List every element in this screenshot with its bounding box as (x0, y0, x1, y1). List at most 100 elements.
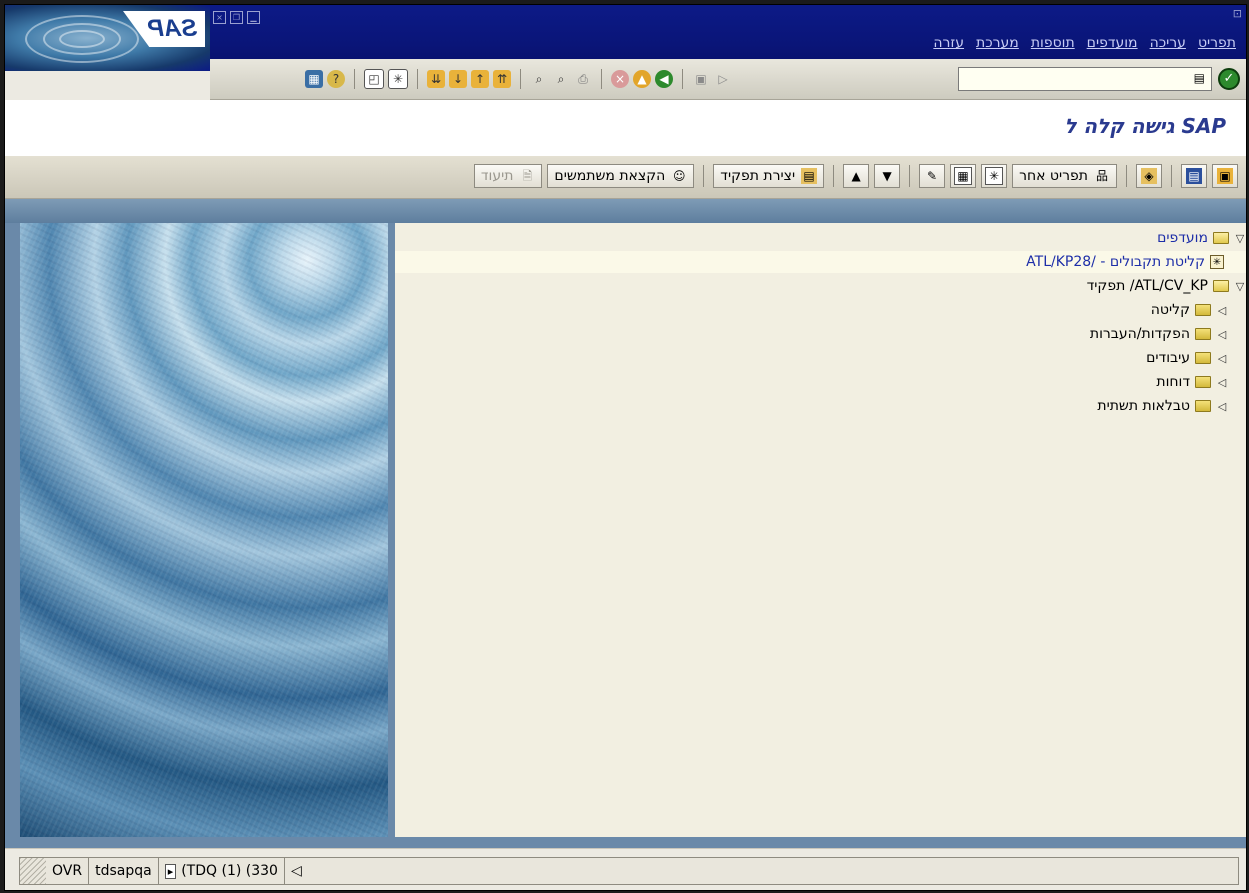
menu-edit[interactable]: עריכה (1150, 35, 1186, 51)
other-menu-button[interactable]: 品 תפריט אחר (1012, 164, 1117, 188)
menu-system[interactable]: מערכת (976, 35, 1019, 51)
system-info-icon: ▸ (164, 863, 177, 879)
command-field[interactable]: ▤ (958, 67, 1212, 91)
move-down-button[interactable]: ▼ (874, 164, 901, 188)
tree-node-role-item[interactable]: ◁ הפקדות/העברות (1090, 323, 1246, 345)
menu-icon: ▣ (1217, 168, 1233, 184)
open-folder-icon (1213, 280, 1229, 292)
command-history-icon[interactable]: ▤ (1194, 71, 1205, 85)
move-up-icon: ▲ (851, 169, 861, 183)
save-icon[interactable]: ▣ (692, 70, 710, 88)
previous-page-icon[interactable]: ↑ (471, 70, 489, 88)
tree-node-role-item[interactable]: ◁ קליטה (1151, 299, 1246, 321)
status-bar: OVR tdsapqa ▸ (TDQ (1) (330 ◁ (5, 848, 1246, 890)
move-down-icon: ▼ (882, 169, 892, 183)
collapse-icon[interactable]: ▽ (1234, 280, 1246, 293)
favorites-label: מועדפים (1157, 230, 1208, 246)
tree-node-role-item[interactable]: ◁ דוחות (1156, 371, 1246, 393)
history-icon[interactable]: ▷ (714, 70, 732, 88)
assign-users-button[interactable]: ☺ הקצאת משתמשים (547, 164, 695, 188)
next-page-icon[interactable]: ↓ (449, 70, 467, 88)
find-icon[interactable]: ⌕ (552, 70, 570, 88)
role-item-label: הפקדות/העברות (1089, 326, 1190, 342)
menu-button[interactable]: ▣ (1212, 164, 1238, 188)
logo-background: SAP (5, 5, 210, 71)
open-folder-icon (1213, 232, 1229, 244)
standard-toolbar: ▦ ? ◰ ✳ ⇊ ↓ ↑ ⇈ ⌕ ⌕ ⎙ × ▲ ◀ ▣ ▷ ▤ ✓ (210, 59, 1246, 100)
print-icon[interactable]: ⎙ (574, 70, 592, 88)
status-collapse-icon[interactable]: ◁ (285, 858, 308, 884)
transaction-icon: ✳ (1210, 255, 1224, 269)
first-page-icon[interactable]: ⇈ (493, 70, 511, 88)
menu-menu[interactable]: תפריט (1198, 35, 1236, 51)
tree-node-role-item[interactable]: ◁ טבלאות תשתית (1097, 395, 1246, 417)
minimize-window-icon[interactable]: ▁ (247, 11, 260, 24)
back-icon[interactable]: ◀ (655, 70, 673, 88)
tree-node-role-item[interactable]: ◁ עיבודים (1146, 347, 1246, 369)
content-top-stripe (5, 199, 1246, 223)
tree-node-favorite-item[interactable]: ✳ ATL/KP28/ - קליטת תקבולים (395, 251, 1246, 273)
expand-icon[interactable]: ◁ (1216, 328, 1228, 341)
customize-layout-icon[interactable]: ⊡ (1233, 7, 1242, 20)
tree-node-role[interactable]: ▽ תפקיד /ATL/CV_KP (1087, 275, 1246, 297)
application-toolbar: ▣ ▤ ◈ 品 תפריט אחר ✳ ▦ ✎ ▼ ▲ ▤ יצירת תפקי… (5, 156, 1246, 199)
add-favorite-icon: ✳ (985, 167, 1004, 185)
page-title: גישה קלה ל SAP (1064, 114, 1226, 138)
folder-icon (1195, 328, 1211, 340)
tree-node-favorites[interactable]: ▽ מועדפים (1157, 227, 1246, 249)
collapse-icon[interactable]: ▽ (1234, 232, 1246, 245)
role-item-label: קליטה (1150, 302, 1190, 318)
role-item-label: עיבודים (1146, 350, 1190, 366)
create-session-icon[interactable]: ◰ (364, 69, 384, 89)
tree-empty-area (395, 451, 1246, 837)
exit-icon[interactable]: ▲ (633, 70, 651, 88)
role-item-label: טבלאות תשתית (1097, 398, 1190, 414)
server-name: tdsapqa (89, 858, 159, 884)
menu-extras[interactable]: תוספות (1031, 35, 1075, 51)
role-item-label: דוחות (1156, 374, 1190, 390)
last-page-icon[interactable]: ⇊ (427, 70, 445, 88)
expand-icon[interactable]: ◁ (1216, 352, 1228, 365)
find-next-icon[interactable]: ⌕ (530, 70, 548, 88)
change-favorite-button[interactable]: ✎ (919, 164, 946, 188)
screen-header: גישה קלה ל SAP (5, 100, 1246, 156)
assign-users-label: הקצאת משתמשים (554, 168, 666, 184)
ok-icon[interactable]: ✓ (1218, 68, 1240, 90)
move-up-button[interactable]: ▲ (843, 164, 870, 188)
add-favorite-button[interactable]: ✳ (981, 164, 1008, 188)
close-window-icon[interactable]: × (213, 11, 226, 24)
other-menu-label: תפריט אחר (1019, 168, 1088, 184)
window-buttons: × ❐ ▁ (213, 11, 260, 24)
shortcut-icon[interactable]: ✳ (388, 69, 408, 89)
folder-icon (1195, 304, 1211, 316)
help-icon[interactable]: ? (327, 70, 345, 88)
sap-window: SAP × ❐ ▁ ⊡ תפריט עריכה מועדפים תוספות מ… (4, 4, 1247, 891)
cancel-icon[interactable]: × (611, 70, 629, 88)
system-info-label: (TDQ (1) (330 (181, 863, 278, 879)
delete-favorite-icon: ▦ (954, 167, 973, 185)
expand-icon[interactable]: ◁ (1216, 304, 1228, 317)
role-label: תפקיד /ATL/CV_KP (1086, 278, 1208, 294)
favorite-item-label: ATL/KP28/ - קליטת תקבולים (1026, 254, 1205, 270)
documentation-button[interactable]: 🗎 תיעוד (473, 164, 543, 188)
water-ripple-image (20, 223, 388, 837)
folder-icon (1195, 376, 1211, 388)
expand-icon[interactable]: ◁ (1216, 400, 1228, 413)
create-role-button[interactable]: ▤ יצירת תפקיד (713, 164, 825, 188)
menu-help[interactable]: עזרה (933, 35, 964, 51)
documentation-icon: 🗎 (522, 169, 533, 183)
folder-icon (1195, 352, 1211, 364)
create-role-label: יצירת תפקיד (720, 168, 796, 184)
documentation-label: תיעוד (480, 168, 514, 184)
resize-grip-icon[interactable] (20, 858, 46, 884)
sap-menu-icon: ▤ (1186, 168, 1202, 184)
folder-icon (1195, 400, 1211, 412)
expand-icon[interactable]: ◁ (1216, 376, 1228, 389)
other-button[interactable]: ◈ (1136, 164, 1162, 188)
system-info[interactable]: ▸ (TDQ (1) (330 (159, 858, 285, 884)
delete-favorite-button[interactable]: ▦ (950, 164, 977, 188)
menu-favorites[interactable]: מועדפים (1087, 35, 1138, 51)
sap-menu-button[interactable]: ▤ (1181, 164, 1207, 188)
restore-window-icon[interactable]: ❐ (230, 11, 243, 24)
layout-icon[interactable]: ▦ (305, 70, 323, 88)
